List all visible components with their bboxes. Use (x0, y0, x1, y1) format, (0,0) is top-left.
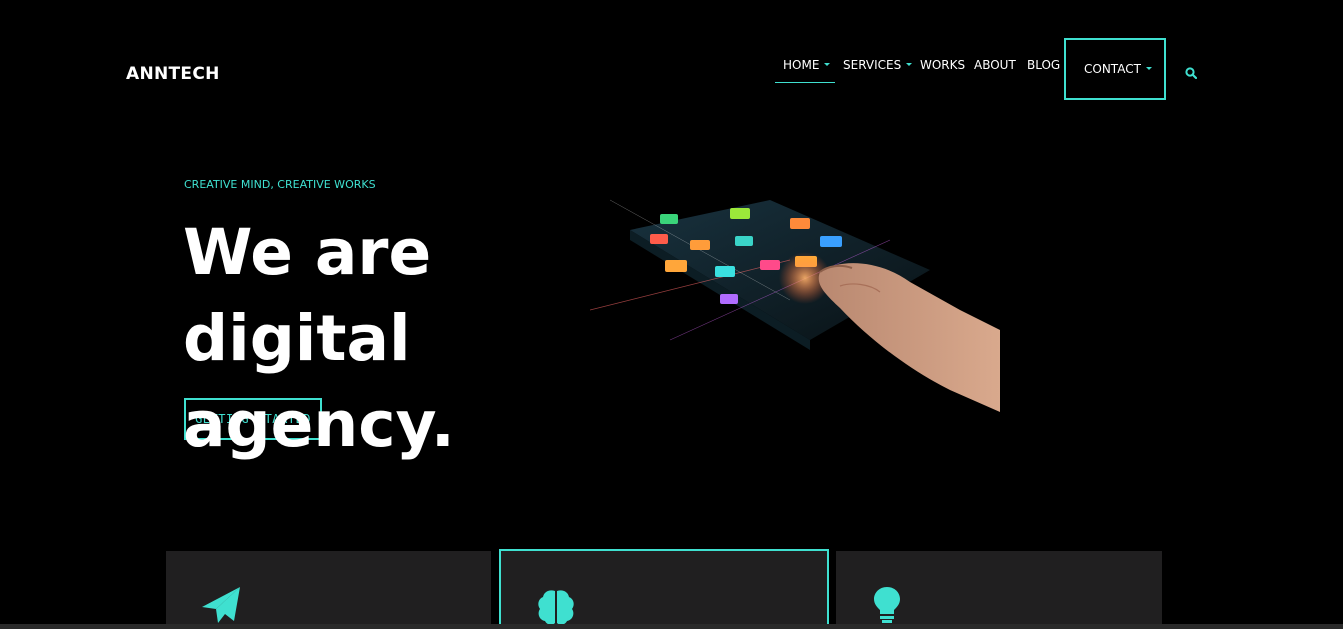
nav-item-contact[interactable]: CONTACT (1064, 38, 1166, 100)
nav-item-works[interactable]: WORKS (920, 58, 965, 72)
caret-down-icon (1145, 67, 1152, 70)
nav-item-home[interactable]: HOME (783, 58, 831, 72)
lightbulb-icon (874, 587, 900, 623)
feature-card[interactable] (836, 551, 1162, 629)
search-icon[interactable] (1185, 67, 1197, 79)
nav-home-active-indicator (775, 82, 835, 83)
caret-down-icon (906, 63, 913, 66)
paper-plane-icon (202, 587, 240, 623)
nav-item-blog[interactable]: BLOG (1027, 58, 1060, 72)
hero-title-line-2: agency. (183, 388, 455, 461)
hero-tagline: CREATIVE MIND, CREATIVE WORKS (184, 178, 376, 191)
nav-item-contact-label: CONTACT (1084, 62, 1141, 76)
feature-card[interactable] (166, 551, 491, 629)
horizontal-scrollbar[interactable] (0, 624, 1343, 629)
brain-icon (538, 590, 574, 625)
main-nav: HOME SERVICES WORKS ABOUT BLOG CONTACT (0, 38, 1343, 100)
hero-title-line-1: We are digital (183, 216, 432, 375)
hero-title: We are digital agency. (183, 210, 663, 468)
nav-item-services-label: SERVICES (843, 58, 902, 72)
nav-item-about[interactable]: ABOUT (974, 58, 1016, 72)
feature-card-highlighted[interactable] (499, 549, 829, 629)
nav-item-services[interactable]: SERVICES (843, 58, 913, 72)
nav-item-home-label: HOME (783, 58, 820, 72)
nav-item-contact-inner: CONTACT (1084, 62, 1152, 76)
caret-down-icon (824, 63, 831, 66)
